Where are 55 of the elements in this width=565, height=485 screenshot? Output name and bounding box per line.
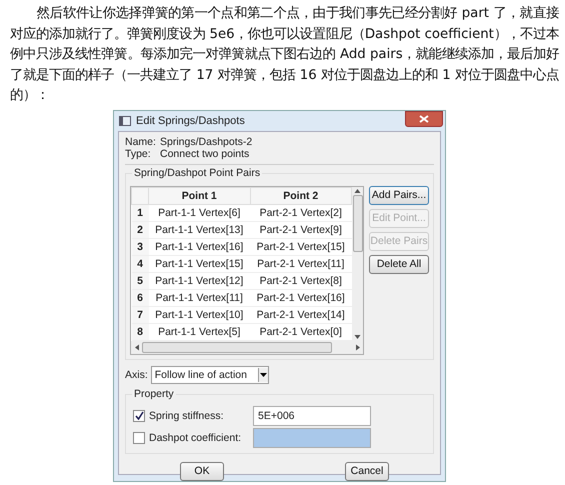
type-value: Connect two points: [160, 148, 250, 160]
table-cell[interactable]: Part-2-1 Vertex[14]: [250, 306, 352, 323]
group-title: Spring/Dashpot Point Pairs: [132, 166, 262, 178]
row-number: 7: [132, 306, 148, 323]
table-cell[interactable]: Part-1-1 Vertex[15]: [148, 255, 250, 272]
name-label: Name:: [125, 136, 157, 148]
window-icon: [119, 116, 131, 126]
table-cell[interactable]: Part-2-1 Vertex[8]: [250, 272, 352, 289]
row-number: 2: [132, 221, 148, 238]
checkbox[interactable]: [133, 432, 145, 444]
table-cell[interactable]: Part-1-1 Vertex[12]: [148, 272, 250, 289]
checkbox[interactable]: [133, 410, 145, 422]
dialog-button[interactable]: Cancel: [345, 462, 389, 480]
dialog-button[interactable]: OK: [180, 462, 224, 480]
row-number: 5: [132, 272, 148, 289]
axis-dropdown[interactable]: Follow line of action: [150, 366, 269, 384]
table-cell[interactable]: Part-2-1 Vertex[15]: [250, 238, 352, 255]
scroll-down-icon[interactable]: [354, 332, 361, 340]
scroll-right-icon[interactable]: [354, 344, 361, 350]
input-field[interactable]: 5E+006: [253, 406, 371, 426]
row-number: 1: [132, 204, 148, 221]
table-cell[interactable]: Part-2-1 Vertex[11]: [250, 255, 352, 272]
horizontal-scrollbar[interactable]: [131, 340, 363, 354]
table-cell[interactable]: Part-1-1 Vertex[16]: [148, 238, 250, 255]
field-label: Dashpot coefficient:: [149, 432, 242, 444]
table-cell[interactable]: Part-2-1 Vertex[2]: [250, 204, 352, 221]
row-number: 3: [132, 238, 148, 255]
row-number: 6: [132, 289, 148, 306]
table-cell[interactable]: Part-2-1 Vertex[16]: [250, 289, 352, 306]
input-field[interactable]: [253, 428, 371, 448]
scroll-left-icon[interactable]: [133, 344, 140, 350]
field-label: Spring stiffness:: [149, 410, 225, 422]
scroll-up-icon[interactable]: [354, 186, 361, 194]
group-title: Property: [132, 388, 176, 400]
vertical-scrollbar[interactable]: [352, 186, 363, 340]
action-button[interactable]: Delete All: [369, 254, 429, 274]
table-cell[interactable]: Part-1-1 Vertex[11]: [148, 289, 250, 306]
column-header: Point 2: [250, 187, 352, 204]
table-cell[interactable]: Part-1-1 Vertex[6]: [148, 204, 250, 221]
row-number: 8: [132, 323, 148, 340]
close-icon: [419, 114, 429, 122]
axis-label: Axis:: [125, 368, 148, 380]
table-cell[interactable]: Part-2-1 Vertex[9]: [250, 221, 352, 238]
table-cell[interactable]: Part-1-1 Vertex[13]: [148, 221, 250, 238]
table-cell[interactable]: Part-1-1 Vertex[10]: [148, 306, 250, 323]
close-button[interactable]: [405, 110, 443, 126]
article-paragraph: 然后软件让你选择弹簧的第一个点和第二个点，由于我们事先已经分割好 part 了，就直接对应的添加就行了。弹簧刚度设为 5e6，你也可以设置阻尼（Dashpot coefficient），不过本例中只涉及线性弹簧。每添加完一对弹簧就点下图右边的 Add pairs，就能继续添加，最后加好了就是下面的样子（一共建立了 17 对弹簧，包括 16 对位于圆盘边上的和 1 对位于圆盘中心点的）：: [10, 4, 559, 105]
type-label: Type:: [125, 148, 152, 160]
column-header: Point 1: [148, 187, 250, 204]
name-value: Springs/Dashpots-2: [160, 136, 252, 148]
row-number: 4: [132, 255, 148, 272]
table-cell[interactable]: Part-1-1 Vertex[5]: [148, 323, 250, 340]
action-button[interactable]: Add Pairs...: [369, 186, 429, 204]
table-cell[interactable]: Part-2-1 Vertex[0]: [250, 323, 352, 340]
window-title: Edit Springs/Dashpots: [136, 114, 246, 126]
